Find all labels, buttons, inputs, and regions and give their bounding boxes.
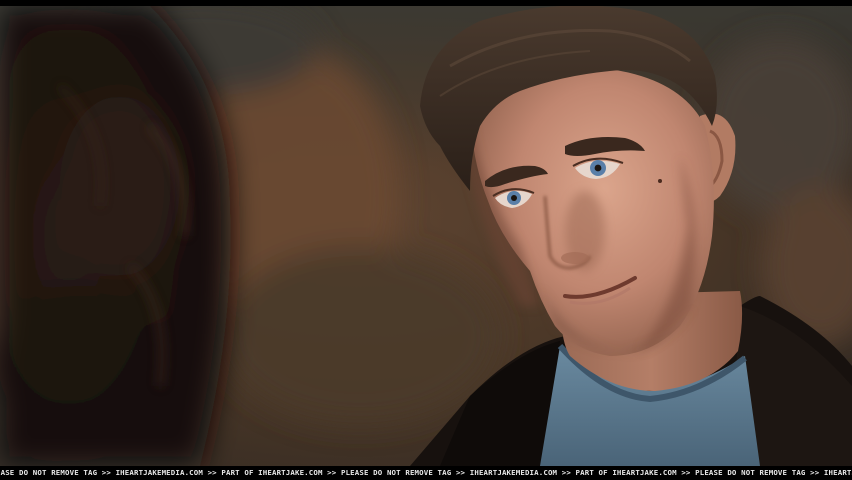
video-frame: EASE DO NOT REMOVE TAG >> IHEARTJAKEMEDI… — [0, 0, 852, 480]
watermark-strip: EASE DO NOT REMOVE TAG >> IHEARTJAKEMEDI… — [0, 466, 852, 480]
film-still — [0, 6, 852, 466]
film-still-illustration — [0, 6, 852, 466]
foreground-figure — [0, 6, 231, 466]
watermark-text: EASE DO NOT REMOVE TAG >> IHEARTJAKEMEDI… — [0, 468, 852, 477]
